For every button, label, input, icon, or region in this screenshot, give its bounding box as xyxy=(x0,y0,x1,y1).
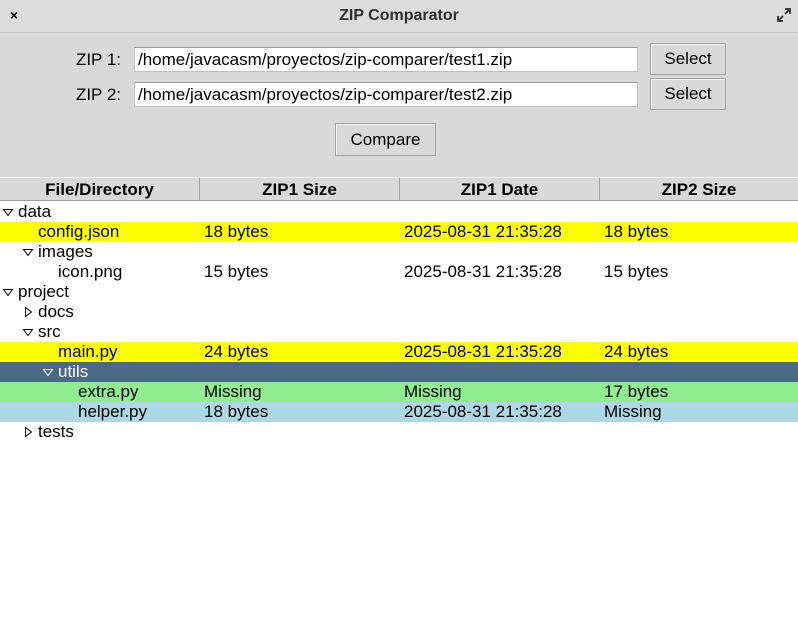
tree-cell-name: helper.py xyxy=(78,402,147,421)
tree-cell-name: main.py xyxy=(58,342,118,361)
collapsed-triangle-icon[interactable] xyxy=(22,306,34,318)
tree-cell-zip2-size: 24 bytes xyxy=(604,342,669,361)
tree-cell-name: images xyxy=(38,242,93,261)
column-header-zip1-size[interactable]: ZIP1 Size xyxy=(200,177,400,201)
tree-cell-zip1-date: 2025-08-31 21:35:28 xyxy=(404,342,562,361)
window-title: ZIP Comparator xyxy=(339,7,459,24)
tree-cell-zip2-size: 17 bytes xyxy=(604,382,669,401)
tree-row[interactable]: main.py 24 bytes 2025-08-31 21:35:28 24 byt… xyxy=(0,342,798,362)
tree-cell-zip1-date: 2025-08-31 21:35:28 xyxy=(404,402,562,421)
tree-cell-zip1-date: 2025-08-31 21:35:28 xyxy=(404,262,562,281)
tree-row[interactable]: src xyxy=(0,322,798,342)
tree-cell-zip1-size: 24 bytes xyxy=(204,342,269,361)
tree-cell-zip2-size: 18 bytes xyxy=(604,222,669,241)
tree-cell-name: src xyxy=(38,322,61,341)
selection-panel: ZIP 1: Select ZIP 2: Select Compare xyxy=(0,33,798,177)
tree-cell-zip2-size: 15 bytes xyxy=(604,262,669,281)
tree-cell-name: tests xyxy=(38,422,74,441)
tree-row[interactable]: project xyxy=(0,282,798,302)
expanded-triangle-icon[interactable] xyxy=(2,286,14,298)
compare-button[interactable]: Compare xyxy=(335,123,436,156)
expanded-triangle-icon[interactable] xyxy=(22,326,34,338)
tree-cell-zip1-date: Missing xyxy=(404,382,462,401)
tree-cell-zip1-date: 2025-08-31 21:35:28 xyxy=(404,222,562,241)
tree-cell-zip1-size: Missing xyxy=(204,382,262,401)
expanded-triangle-icon[interactable] xyxy=(22,246,34,258)
tree-cell-zip1-size: 18 bytes xyxy=(204,222,269,241)
title-bar: × ZIP Comparator xyxy=(0,0,798,33)
tree-row[interactable]: extra.py Missing Missing 17 bytes xyxy=(0,382,798,402)
tree-cell-name: icon.png xyxy=(58,262,123,281)
tree-row[interactable]: tests xyxy=(0,422,798,442)
tree-row[interactable]: utils xyxy=(0,362,798,382)
zip2-select-button[interactable]: Select xyxy=(650,78,726,110)
expanded-triangle-icon[interactable] xyxy=(2,206,14,218)
tree-cell-name: utils xyxy=(58,362,89,381)
zip1-select-button[interactable]: Select xyxy=(650,43,726,75)
zip1-path-input[interactable] xyxy=(134,47,638,72)
tree-cell-name: data xyxy=(18,202,52,221)
tree-cell-zip1-size: 18 bytes xyxy=(204,402,269,421)
tree-row[interactable]: docs xyxy=(0,302,798,322)
tree-cell-zip2-size: Missing xyxy=(604,402,662,421)
tree-cell-zip1-size: 15 bytes xyxy=(204,262,269,281)
tree-header: File/Directory ZIP1 Size ZIP1 Date ZIP2 … xyxy=(0,177,798,201)
zip2-label: ZIP 2: xyxy=(75,85,121,104)
zip2-path-input[interactable] xyxy=(134,82,638,107)
tree-cell-name: config.json xyxy=(38,222,120,241)
tree-cell-name: docs xyxy=(38,302,74,321)
expanded-triangle-icon[interactable] xyxy=(42,366,54,378)
comparison-tree[interactable]: File/Directory ZIP1 Size ZIP1 Date ZIP2 … xyxy=(0,177,798,631)
tree-row[interactable]: helper.py 18 bytes 2025-08-31 21:35:28 Miss… xyxy=(0,402,798,422)
zip1-label: ZIP 1: xyxy=(75,50,121,69)
collapsed-triangle-icon[interactable] xyxy=(22,426,34,438)
column-header-file[interactable]: File/Directory xyxy=(0,177,200,201)
tree-cell-name: extra.py xyxy=(78,382,139,401)
tree-row[interactable]: config.json 18 bytes 2025-08-31 21:35:28 18… xyxy=(0,222,798,242)
tree-cell-name: project xyxy=(18,282,70,301)
tree-row[interactable]: images xyxy=(0,242,798,262)
maximize-icon[interactable] xyxy=(776,7,792,23)
column-header-zip1-date[interactable]: ZIP1 Date xyxy=(400,177,600,201)
tree-row[interactable]: data xyxy=(0,202,798,222)
column-header-zip2-size[interactable]: ZIP2 Size xyxy=(600,177,798,201)
tree-row[interactable]: icon.png 15 bytes 2025-08-31 21:35:28 15 by… xyxy=(0,262,798,282)
